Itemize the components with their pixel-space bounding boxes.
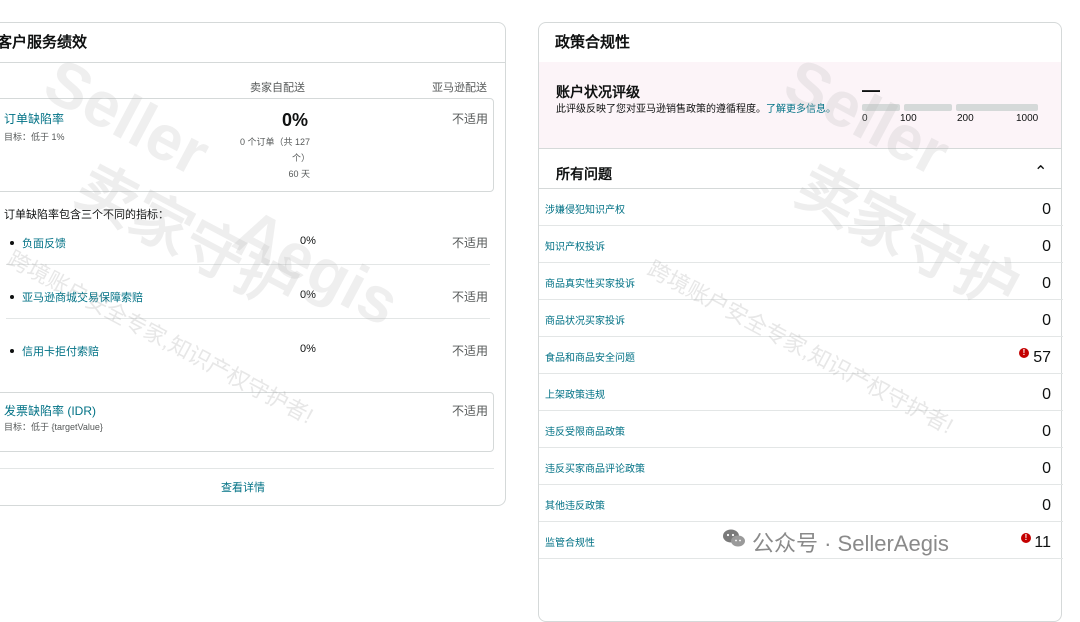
issue-row: 食品和商品安全问题 ! 57 bbox=[539, 337, 1063, 374]
issue-count: 0 bbox=[1042, 312, 1051, 329]
account-health-rating-desc: 此评级反映了您对亚马逊销售政策的遵循程度。了解更多信息。 bbox=[556, 103, 836, 117]
idr-title-link[interactable]: 发票缺陷率 (IDR) bbox=[4, 402, 96, 419]
issue-row: 上架政策违规 0 bbox=[539, 374, 1063, 411]
negative-feedback-value: 0% bbox=[300, 235, 316, 247]
col-header-amazon-fulfilled: 亚马逊配送 bbox=[432, 82, 487, 94]
odr-target: 目标：低于 1% bbox=[4, 132, 65, 142]
view-details-link[interactable]: 查看详情 bbox=[221, 479, 265, 495]
issue-row: 涉嫌侵犯知识产权 0 bbox=[539, 189, 1063, 226]
odr-value: 0% bbox=[282, 110, 309, 130]
issue-count: 0 bbox=[1042, 275, 1051, 292]
learn-more-link[interactable]: 了解更多信息。 bbox=[766, 104, 836, 115]
issue-link-authenticity[interactable]: 商品真实性买家投诉 bbox=[545, 275, 635, 290]
issue-count: 11 bbox=[1034, 534, 1051, 551]
odr-amazon-na: 不适用 bbox=[452, 112, 489, 126]
issue-row: 其他违反政策 0 bbox=[539, 485, 1063, 522]
rating-scale-segment bbox=[862, 104, 900, 111]
a-to-z-claims-link[interactable]: 亚马逊商城交易保障索赔 bbox=[22, 289, 143, 305]
bullet bbox=[10, 241, 14, 245]
chevron-up-icon[interactable]: ⌃ bbox=[1034, 162, 1047, 182]
divider bbox=[0, 468, 494, 469]
divider bbox=[6, 318, 490, 319]
issue-count: 57 bbox=[1033, 349, 1051, 366]
idr-target: 目标：低于 {targetValue} bbox=[4, 422, 103, 432]
a-to-z-claims-value: 0% bbox=[300, 289, 316, 301]
rating-scale-label: 100 bbox=[900, 113, 917, 124]
issue-link-condition[interactable]: 商品状况买家投诉 bbox=[545, 312, 625, 327]
chargeback-claims-value: 0% bbox=[300, 343, 316, 355]
issue-link-food-safety[interactable]: 食品和商品安全问题 bbox=[545, 349, 635, 364]
issue-link-review-policy[interactable]: 违反买家商品评论政策 bbox=[545, 460, 645, 475]
watermark-footer: 公众号 · SellerAegis bbox=[752, 531, 949, 556]
issue-row: 商品状况买家投诉 0 bbox=[539, 300, 1063, 337]
issue-link-ip-complaints[interactable]: 知识产权投诉 bbox=[545, 238, 605, 253]
rating-scale-segment bbox=[956, 104, 1038, 111]
account-health-rating-value: — bbox=[862, 80, 880, 100]
issue-count: 0 bbox=[1042, 460, 1051, 477]
issue-count: 0 bbox=[1042, 238, 1051, 255]
odr-detail-orders-cont: 个） bbox=[291, 153, 310, 163]
odr-detail-period: 60 天 bbox=[288, 169, 310, 179]
issue-link-restricted-products[interactable]: 违反受限商品政策 bbox=[545, 423, 625, 438]
idr-amazon-na: 不适用 bbox=[452, 404, 489, 418]
issue-count: 0 bbox=[1042, 201, 1051, 218]
issue-row: 商品真实性买家投诉 0 bbox=[539, 263, 1063, 300]
issue-row: 知识产权投诉 0 bbox=[539, 226, 1063, 263]
wechat-icon bbox=[723, 529, 745, 547]
divider bbox=[6, 264, 490, 265]
all-issues-title: 所有问题 bbox=[556, 166, 612, 182]
issue-count: 0 bbox=[1042, 386, 1051, 403]
bullet bbox=[10, 349, 14, 353]
issue-row: 违反买家商品评论政策 0 bbox=[539, 448, 1063, 485]
rating-scale-label: 200 bbox=[957, 113, 974, 124]
issue-row: 违反受限商品政策 0 bbox=[539, 411, 1063, 448]
rating-scale-segment bbox=[904, 104, 952, 111]
issue-count: 0 bbox=[1042, 423, 1051, 440]
rating-scale-label: 0 bbox=[862, 113, 868, 124]
odr-title-link[interactable]: 订单缺陷率 bbox=[4, 110, 64, 127]
alert-icon: ! bbox=[1019, 348, 1029, 358]
bullet bbox=[10, 295, 14, 299]
issue-link-listing-policy[interactable]: 上架政策违规 bbox=[545, 386, 605, 401]
a-to-z-claims-amazon-na: 不适用 bbox=[452, 290, 489, 304]
alert-icon: ! bbox=[1021, 533, 1031, 543]
customer-service-title: 客户服务绩效 bbox=[0, 23, 505, 63]
issue-link-ip-suspected[interactable]: 涉嫌侵犯知识产权 bbox=[545, 201, 625, 216]
rating-desc-text: 此评级反映了您对亚马逊销售政策的遵循程度。 bbox=[556, 104, 766, 115]
issue-link-other-policy[interactable]: 其他违反政策 bbox=[545, 497, 605, 512]
rating-scale-label: 1000 bbox=[1016, 113, 1039, 124]
chargeback-claims-link[interactable]: 信用卡拒付索赔 bbox=[22, 343, 99, 359]
negative-feedback-link[interactable]: 负面反馈 bbox=[22, 235, 66, 251]
account-health-rating-title: 账户状况评级 bbox=[556, 84, 640, 100]
negative-feedback-amazon-na: 不适用 bbox=[452, 236, 489, 250]
col-header-seller-fulfilled: 卖家自配送 bbox=[250, 82, 305, 94]
chargeback-claims-amazon-na: 不适用 bbox=[452, 344, 489, 358]
issue-count: 0 bbox=[1042, 497, 1051, 514]
policy-compliance-title: 政策合规性 bbox=[539, 23, 1061, 63]
odr-breakdown-label: 订单缺陷率包含三个不同的指标： bbox=[4, 209, 169, 221]
issue-link-regulatory[interactable]: 监管合规性 bbox=[545, 534, 595, 549]
odr-detail-orders: 0 个订单（共 127 bbox=[239, 137, 310, 147]
